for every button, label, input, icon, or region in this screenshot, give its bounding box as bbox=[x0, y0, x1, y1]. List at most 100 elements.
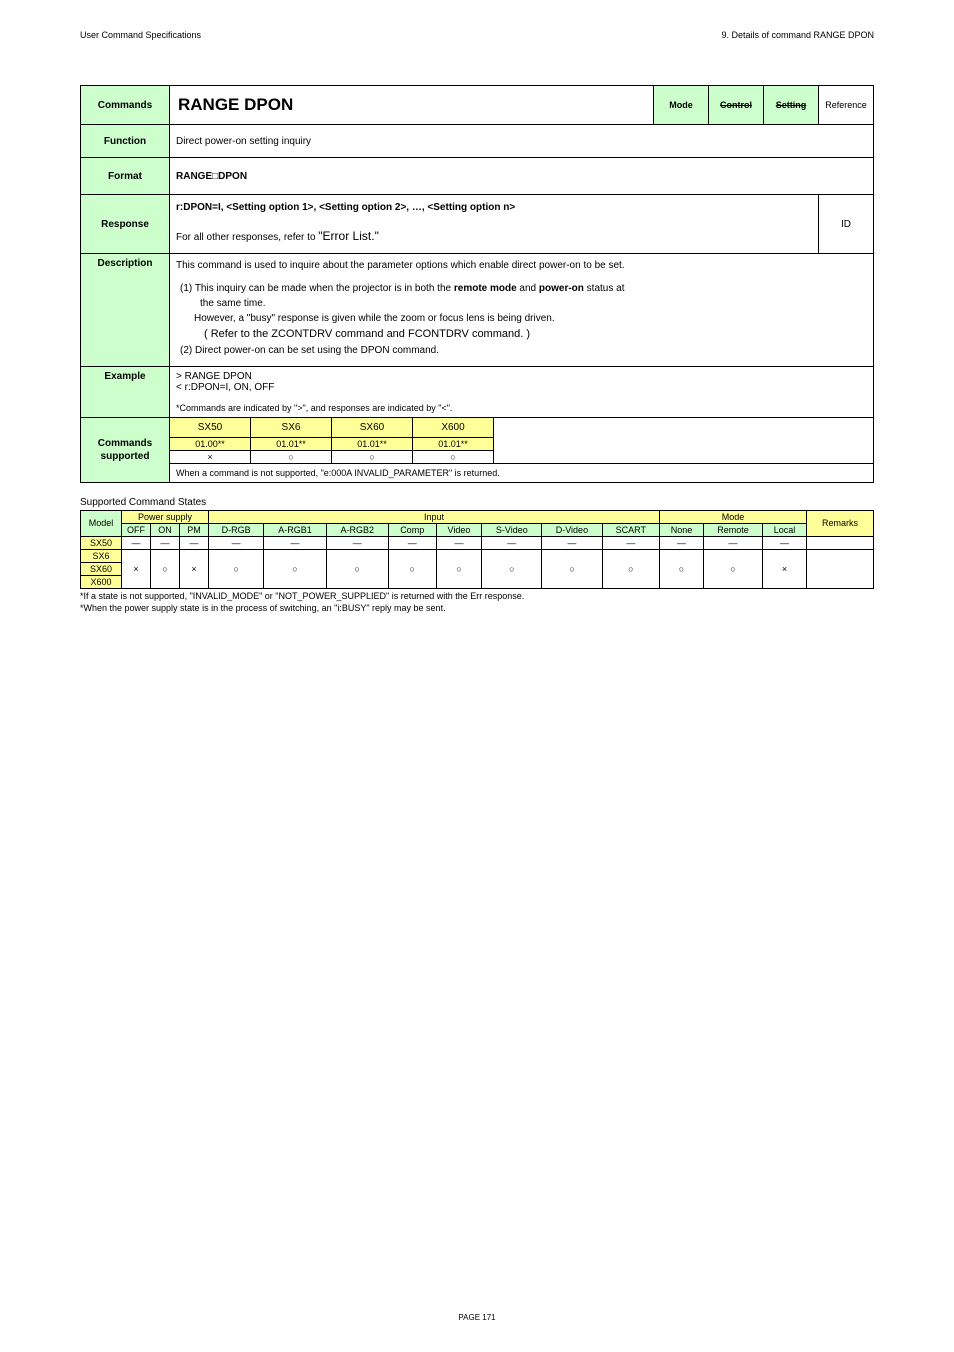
response-line2b: "Error List." bbox=[318, 229, 379, 243]
desc-p2: However, a "busy" response is given whil… bbox=[176, 311, 867, 326]
example-note: *Commands are indicated by ">", and resp… bbox=[176, 403, 867, 413]
st-cell: ○ bbox=[151, 549, 180, 588]
st-cell: ― bbox=[602, 536, 659, 549]
st-cell: ○ bbox=[542, 549, 603, 588]
st-cell: ― bbox=[209, 536, 264, 549]
st-cell: ○ bbox=[660, 549, 704, 588]
st-cell: ― bbox=[542, 536, 603, 549]
header-left: User Command Specifications bbox=[80, 30, 201, 40]
st-cell: × bbox=[122, 549, 151, 588]
function-text: Direct power-on setting inquiry bbox=[170, 125, 874, 158]
st-scart: SCART bbox=[602, 523, 659, 536]
st-video: Video bbox=[436, 523, 482, 536]
st-cell: × bbox=[763, 549, 807, 588]
response-line2a: For all other responses, refer to bbox=[176, 232, 318, 243]
desc-p1b: remote mode bbox=[454, 283, 517, 294]
st-on: ON bbox=[151, 523, 180, 536]
st-power: Power supply bbox=[122, 510, 209, 523]
label-response: Response bbox=[81, 195, 170, 254]
st-dvideo: D-Video bbox=[542, 523, 603, 536]
st-rem bbox=[807, 549, 874, 588]
st-pm: PM bbox=[180, 523, 209, 536]
st-drgb: D-RGB bbox=[209, 523, 264, 536]
st-cell: ○ bbox=[264, 549, 326, 588]
st-cell: ○ bbox=[388, 549, 436, 588]
sup-r2-0: × bbox=[170, 450, 251, 463]
page-number: PAGE 171 bbox=[80, 1313, 874, 1322]
st-cell: ― bbox=[326, 536, 388, 549]
desc-p4: (2) Direct power-on can be set using the… bbox=[180, 345, 439, 356]
states-title: Supported Command States bbox=[80, 497, 874, 508]
sup-h-2: SX60 bbox=[332, 417, 413, 437]
st-mode: Mode bbox=[660, 510, 807, 523]
example-l2: < r:DPON=I, ON, OFF bbox=[176, 382, 867, 393]
header-right: 9. Details of command RANGE DPON bbox=[721, 30, 874, 40]
st-model: Model bbox=[81, 510, 122, 536]
mode-header: Mode bbox=[654, 86, 709, 125]
sup-r1-1: 01.01** bbox=[251, 437, 332, 450]
desc-p1e: status at bbox=[584, 283, 625, 294]
st-argb1: A-RGB1 bbox=[264, 523, 326, 536]
st-cell: ― bbox=[763, 536, 807, 549]
footnote-1: *If a state is not supported, "INVALID_M… bbox=[80, 591, 874, 601]
st-row-model: SX60 bbox=[81, 562, 122, 575]
sup-r2-1: ○ bbox=[251, 450, 332, 463]
st-none: None bbox=[660, 523, 704, 536]
st-row-model: SX50 bbox=[81, 536, 122, 549]
st-cell: ○ bbox=[209, 549, 264, 588]
setting-header: Setting bbox=[764, 86, 819, 125]
sup-h-1: SX6 bbox=[251, 417, 332, 437]
st-cell: ― bbox=[436, 536, 482, 549]
st-cell: ― bbox=[264, 536, 326, 549]
st-off: OFF bbox=[122, 523, 151, 536]
st-cell: × bbox=[180, 549, 209, 588]
desc-p1f: the same time. bbox=[176, 296, 867, 311]
page-header: User Command Specifications 9. Details o… bbox=[80, 30, 874, 40]
st-local: Local bbox=[763, 523, 807, 536]
desc-p1c: and bbox=[517, 283, 539, 294]
desc-intro: This command is used to inquire about th… bbox=[176, 258, 867, 273]
desc-p3: ( Refer to the ZCONTDRV command and FCON… bbox=[176, 326, 867, 343]
reference-header: Reference bbox=[819, 86, 874, 125]
st-cell: ― bbox=[151, 536, 180, 549]
st-cell: ○ bbox=[326, 549, 388, 588]
response-id: ID bbox=[819, 195, 874, 254]
format-text: RANGE□DPON bbox=[176, 171, 247, 182]
st-comp: Comp bbox=[388, 523, 436, 536]
sup-r2-3: ○ bbox=[413, 450, 494, 463]
label-function: Function bbox=[81, 125, 170, 158]
st-cell: ○ bbox=[436, 549, 482, 588]
command-title: RANGE DPON bbox=[178, 95, 293, 114]
st-cell: ○ bbox=[602, 549, 659, 588]
sup-r1-3: 01.01** bbox=[413, 437, 494, 450]
label-description: Description bbox=[81, 254, 170, 367]
st-cell: ― bbox=[122, 536, 151, 549]
example-l1: > RANGE DPON bbox=[176, 371, 867, 382]
control-header: Control bbox=[709, 86, 764, 125]
footnote-2: *When the power supply state is in the p… bbox=[80, 603, 874, 613]
st-cell: ○ bbox=[703, 549, 762, 588]
st-svideo: S-Video bbox=[482, 523, 542, 536]
sup-r2-2: ○ bbox=[332, 450, 413, 463]
states-table: Model Power supply Input Mode Remarks OF… bbox=[80, 510, 874, 589]
label-commands: Commands bbox=[81, 86, 170, 125]
label-cmds-sup-2: supported bbox=[87, 450, 163, 463]
sup-h-0: SX50 bbox=[170, 417, 251, 437]
st-row-model: X600 bbox=[81, 575, 122, 588]
st-cell: ― bbox=[388, 536, 436, 549]
command-spec-table: Commands RANGE DPON Mode Control Setting… bbox=[80, 85, 874, 483]
st-remarks: Remarks bbox=[807, 510, 874, 536]
sup-r1-2: 01.01** bbox=[332, 437, 413, 450]
response-line1: r:DPON=I, <Setting option 1>, <Setting o… bbox=[176, 202, 515, 213]
sup-footer: When a command is not supported, "e:000A… bbox=[170, 463, 874, 482]
label-format: Format bbox=[81, 158, 170, 195]
st-cell: ― bbox=[703, 536, 762, 549]
st-cell: ― bbox=[180, 536, 209, 549]
sup-h-3: X600 bbox=[413, 417, 494, 437]
st-rem bbox=[807, 536, 874, 549]
label-cmds-sup-1: Commands bbox=[87, 437, 163, 450]
st-cell: ― bbox=[482, 536, 542, 549]
desc-p1d: power-on bbox=[539, 283, 584, 294]
label-example: Example bbox=[81, 366, 170, 417]
desc-p1a: (1) This inquiry can be made when the pr… bbox=[180, 283, 454, 294]
